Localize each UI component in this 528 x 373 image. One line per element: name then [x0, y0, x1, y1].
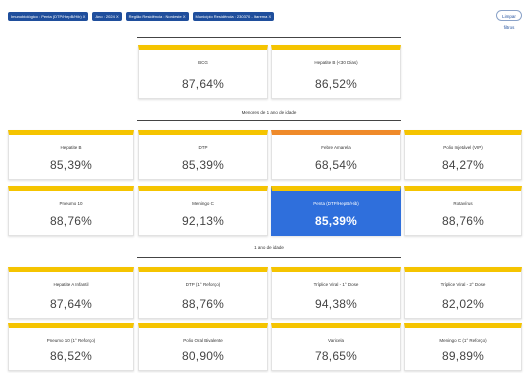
card-hepatite-b[interactable]: Hepatite B 85,39%	[8, 130, 134, 180]
card-label: Polio Oral Bivalente	[183, 338, 223, 343]
card-value: 88,76%	[50, 214, 92, 228]
card-label: Polio Injetável (VIP)	[443, 145, 483, 150]
card-label: Hepatite B	[60, 145, 82, 150]
card-label: Meningo C	[192, 201, 214, 206]
card-polio-oral[interactable]: Polio Oral Bivalente 80,90%	[138, 323, 268, 371]
card-pneumo-10[interactable]: Pneumo 10 88,76%	[8, 186, 134, 236]
card-triplice-viral-1[interactable]: Tríplice Viral - 1° Dose 94,38%	[271, 267, 401, 319]
card-value: 85,39%	[182, 158, 224, 172]
card-value: 80,90%	[182, 349, 224, 363]
card-label: Hepatite B (<30 Dias)	[314, 60, 358, 65]
card-value: 88,76%	[182, 297, 224, 311]
filter-chip-regiao[interactable]: Região Residência : Nordeste X	[125, 12, 189, 21]
card-label: DTP	[198, 145, 208, 150]
clear-filters-button[interactable]: Limpar filtros	[496, 10, 522, 30]
card-label: Rotavírus	[453, 201, 473, 206]
card-hepatite-a[interactable]: Hepatite A Infantil 87,64%	[8, 267, 134, 319]
card-meningo-c[interactable]: Meningo C 92,13%	[138, 186, 268, 236]
divider	[137, 120, 401, 121]
filter-chip-ano[interactable]: Ano : 2024 X	[92, 12, 122, 21]
card-value: 88,76%	[442, 214, 484, 228]
card-label: BCG	[198, 60, 208, 65]
card-value: 84,27%	[442, 158, 484, 172]
card-value: 87,64%	[50, 297, 92, 311]
card-varicela[interactable]: Varicela 78,65%	[271, 323, 401, 371]
card-bcg[interactable]: BCG 87,64%	[138, 45, 268, 99]
card-febre-amarela[interactable]: Febre Amarela 68,54%	[271, 130, 401, 180]
divider	[137, 257, 401, 258]
card-value: 89,89%	[442, 349, 484, 363]
card-dtp-reforco[interactable]: DTP (1° Reforço) 88,76%	[138, 267, 268, 319]
card-value: 68,54%	[315, 158, 357, 172]
active-filters: Imunobiológico : Penta (DTP/HepB/Hib) X …	[8, 12, 275, 21]
card-pneumo-10-reforco[interactable]: Pneumo 10 (1° Reforço) 86,52%	[8, 323, 134, 371]
filter-chip-imunobiologico[interactable]: Imunobiológico : Penta (DTP/HepB/Hib) X	[8, 12, 89, 21]
card-meningo-c-reforco[interactable]: Meningo C (1° Reforço) 89,89%	[404, 323, 522, 371]
card-triplice-viral-2[interactable]: Tríplice Viral - 2° Dose 82,02%	[404, 267, 522, 319]
card-label: DTP (1° Reforço)	[185, 282, 221, 287]
card-label: Hepatite A Infantil	[53, 282, 89, 287]
card-value: 82,02%	[442, 297, 484, 311]
card-hepatite-b-30-dias[interactable]: Hepatite B (<30 Dias) 86,52%	[271, 45, 401, 99]
card-label: Pneumo 10	[59, 201, 83, 206]
card-label: Meningo C (1° Reforço)	[439, 338, 487, 343]
filter-chip-municipio[interactable]: Município Residência : 230370 - Itarema …	[192, 12, 275, 21]
section-title-under1: Menores de 1 ano de idade	[241, 110, 297, 115]
card-label: Penta (DTP/HepB/Hib)	[313, 201, 359, 206]
card-value: 87,64%	[182, 77, 224, 91]
card-rotavirus[interactable]: Rotavírus 88,76%	[404, 186, 522, 236]
card-value: 78,65%	[315, 349, 357, 363]
card-value: 86,52%	[315, 77, 357, 91]
card-label: Tríplice Viral - 1° Dose	[313, 282, 359, 287]
card-value: 94,38%	[315, 297, 357, 311]
card-label: Pneumo 10 (1° Reforço)	[46, 338, 96, 343]
card-label: Febre Amarela	[321, 145, 351, 150]
card-polio-injetavel[interactable]: Polio Injetável (VIP) 84,27%	[404, 130, 522, 180]
card-value: 85,39%	[315, 214, 357, 228]
card-label: Tríplice Viral - 2° Dose	[440, 282, 486, 287]
card-value: 92,13%	[182, 214, 224, 228]
section-title-1yr: 1 ano de idade	[254, 245, 284, 250]
card-penta-selected[interactable]: Penta (DTP/HepB/Hib) 85,39%	[271, 186, 401, 236]
divider	[137, 37, 401, 38]
card-label: Varicela	[328, 338, 344, 343]
card-value: 86,52%	[50, 349, 92, 363]
card-value: 85,39%	[50, 158, 92, 172]
card-dtp[interactable]: DTP 85,39%	[138, 130, 268, 180]
